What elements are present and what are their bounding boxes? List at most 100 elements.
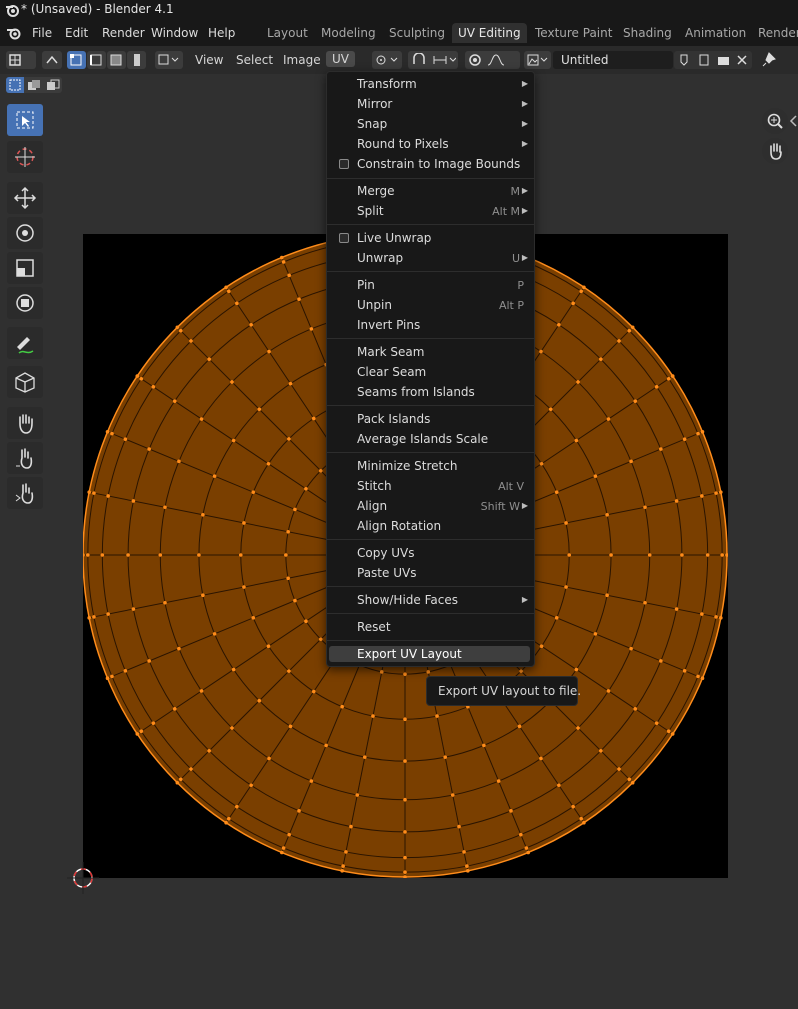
tool-annotate[interactable] bbox=[7, 327, 43, 359]
menu-file[interactable]: File bbox=[32, 26, 52, 40]
pan-gizmo[interactable] bbox=[762, 138, 788, 164]
uv-vertex bbox=[627, 777, 632, 782]
menu-item-merge[interactable]: Merge bbox=[357, 184, 394, 198]
tool-pinch[interactable] bbox=[7, 477, 43, 509]
uv-vertex bbox=[519, 669, 523, 673]
uv-vertex bbox=[696, 674, 700, 679]
menu-item-align[interactable]: Align bbox=[357, 499, 387, 513]
uv-vertex bbox=[267, 349, 271, 354]
menu-item-snap[interactable]: Snap bbox=[357, 117, 387, 131]
zoom-gizmo[interactable] bbox=[762, 108, 788, 134]
uv-vertex bbox=[224, 820, 228, 825]
tab-sculpting[interactable]: Sculpting bbox=[383, 23, 451, 43]
2d-cursor-icon[interactable] bbox=[67, 862, 99, 894]
edge-mode-icon bbox=[90, 54, 102, 66]
menu-item-stitch[interactable]: Stitch bbox=[357, 479, 392, 493]
tool-rotate[interactable] bbox=[7, 217, 43, 249]
tool-relax[interactable] bbox=[7, 442, 43, 474]
header-menu-uv[interactable]: UV bbox=[326, 51, 355, 67]
uv-vertex bbox=[230, 380, 234, 384]
tab-modeling[interactable]: Modeling bbox=[315, 23, 382, 43]
menu-item-align-rotation[interactable]: Align Rotation bbox=[357, 519, 441, 533]
menu-item-paste-uvs[interactable]: Paste UVs bbox=[357, 566, 416, 580]
vertex-select-mode[interactable] bbox=[67, 51, 86, 69]
menu-separator bbox=[327, 539, 534, 540]
uv-vertex bbox=[700, 676, 705, 681]
menu-render[interactable]: Render bbox=[102, 26, 145, 40]
sync-selection-toggle[interactable] bbox=[42, 51, 62, 69]
tool-scale[interactable] bbox=[7, 252, 43, 284]
select-extend-icon[interactable] bbox=[27, 79, 41, 91]
menu-item-reset[interactable]: Reset bbox=[357, 620, 391, 634]
menu-item-average-islands-scale[interactable]: Average Islands Scale bbox=[357, 432, 488, 446]
menu-item-copy-uvs[interactable]: Copy UVs bbox=[357, 546, 415, 560]
menu-item-export-uv-layout[interactable]: Export UV Layout bbox=[357, 647, 462, 661]
select-new-button[interactable] bbox=[6, 77, 24, 93]
snapping-controls[interactable] bbox=[408, 51, 458, 69]
editor-type-button[interactable] bbox=[6, 51, 36, 69]
uv-vertex bbox=[576, 726, 580, 730]
unpin-shortcut: Alt P bbox=[498, 299, 524, 312]
tool-cursor[interactable] bbox=[7, 141, 43, 173]
tool-select-box[interactable] bbox=[7, 104, 43, 136]
tab-uv-editing[interactable]: UV Editing bbox=[452, 23, 527, 43]
select-subtract-icon[interactable] bbox=[46, 79, 60, 91]
menu-item-show-hide-faces[interactable]: Show/Hide Faces bbox=[357, 593, 458, 607]
uv-vertex bbox=[231, 438, 236, 443]
tab-layout[interactable]: Layout bbox=[261, 23, 314, 43]
menu-item-unpin[interactable]: Unpin bbox=[357, 298, 392, 312]
image-browse-dropdown[interactable] bbox=[524, 51, 551, 69]
menu-item-pack-islands[interactable]: Pack Islands bbox=[357, 412, 430, 426]
live-unwrap-checkbox[interactable] bbox=[339, 233, 349, 243]
menu-item-seams-from-islands[interactable]: Seams from Islands bbox=[357, 385, 475, 399]
pin-icon[interactable] bbox=[761, 52, 777, 68]
tool-grab[interactable] bbox=[7, 407, 43, 439]
uv-editor-icon bbox=[9, 54, 21, 66]
edge-select-mode[interactable] bbox=[87, 51, 106, 69]
uv-vertex bbox=[251, 616, 256, 620]
sidebar-toggle-icon[interactable] bbox=[789, 114, 798, 128]
uv-vertex bbox=[682, 437, 687, 441]
menu-item-round-to-pixels[interactable]: Round to Pixels bbox=[357, 137, 449, 151]
uv-vertex bbox=[605, 512, 609, 517]
header-menu-view[interactable]: View bbox=[195, 53, 223, 67]
proportional-editing-controls[interactable] bbox=[465, 51, 520, 69]
menu-help[interactable]: Help bbox=[208, 26, 235, 40]
tool-add-cube[interactable] bbox=[7, 366, 43, 398]
blender-menu-icon[interactable] bbox=[6, 26, 22, 40]
menu-item-unwrap[interactable]: Unwrap bbox=[357, 251, 403, 265]
header-menu-select[interactable]: Select bbox=[236, 53, 273, 67]
island-select-mode[interactable] bbox=[127, 51, 146, 69]
tab-animation[interactable]: Animation bbox=[679, 23, 752, 43]
image-icon bbox=[527, 54, 548, 66]
tool-transform[interactable] bbox=[7, 287, 43, 319]
face-select-mode[interactable] bbox=[107, 51, 126, 69]
menu-item-mark-seam[interactable]: Mark Seam bbox=[357, 345, 424, 359]
menu-item-mirror[interactable]: Mirror bbox=[357, 97, 392, 111]
uv-vertex bbox=[257, 407, 262, 412]
menu-item-pin[interactable]: Pin bbox=[357, 278, 375, 292]
unwrap-shortcut: U bbox=[511, 252, 520, 265]
menu-edit[interactable]: Edit bbox=[65, 26, 88, 40]
tab-rendering[interactable]: Renderi bbox=[752, 23, 798, 43]
uv-vertex bbox=[279, 255, 284, 260]
uv-vertex bbox=[249, 783, 253, 788]
menu-item-transform[interactable]: Transform bbox=[357, 77, 417, 91]
uv-vertex bbox=[286, 576, 290, 581]
menu-item-constrain-to-image-bounds[interactable]: Constrain to Image Bounds bbox=[357, 157, 520, 171]
menu-item-invert-pins[interactable]: Invert Pins bbox=[357, 318, 420, 332]
sticky-selection-dropdown[interactable] bbox=[155, 51, 183, 69]
tab-texture-paint[interactable]: Texture Paint bbox=[529, 23, 618, 43]
header-menu-image[interactable]: Image bbox=[283, 53, 321, 67]
constrain-checkbox[interactable] bbox=[339, 159, 349, 169]
tool-move[interactable] bbox=[7, 182, 43, 214]
menu-item-split[interactable]: Split bbox=[357, 204, 384, 218]
menu-window[interactable]: Window bbox=[151, 26, 198, 40]
tab-shading[interactable]: Shading bbox=[617, 23, 678, 43]
menu-item-live-unwrap[interactable]: Live Unwrap bbox=[357, 231, 431, 245]
uv-vertex bbox=[189, 767, 193, 771]
pivot-dropdown[interactable] bbox=[372, 51, 402, 69]
menu-item-clear-seam[interactable]: Clear Seam bbox=[357, 365, 426, 379]
proportional-edit-icon bbox=[469, 54, 505, 66]
menu-item-minimize-stretch[interactable]: Minimize Stretch bbox=[357, 459, 457, 473]
